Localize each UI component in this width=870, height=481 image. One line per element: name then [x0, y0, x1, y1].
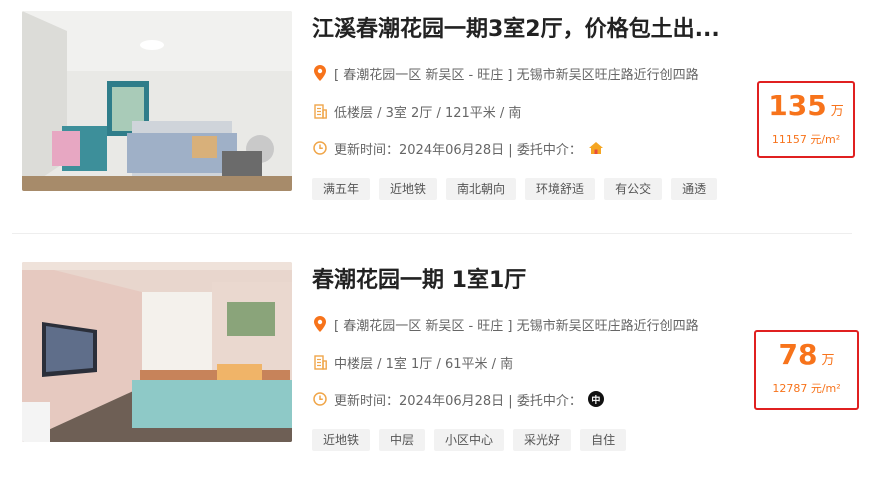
tag: 近地铁	[312, 429, 371, 451]
listing-title[interactable]: 春潮花园一期 1室1厅	[312, 265, 752, 297]
tag: 环境舒适	[525, 178, 596, 200]
price-box: 135 万 11157 元/m²	[757, 81, 855, 158]
specs-row: 低楼层 / 3室 2厅 / 121平米 / 南	[312, 101, 521, 121]
tag: 自住	[580, 429, 627, 451]
price-unit: 万	[821, 353, 835, 368]
listing-photo[interactable]	[22, 11, 292, 191]
updated-row: 更新时间：2024年06月28日 | 委托中介： 中	[312, 389, 604, 409]
building-icon	[312, 103, 328, 119]
tag: 满五年	[312, 178, 371, 200]
updated-text: 更新时间：2024年06月28日 | 委托中介：	[334, 142, 582, 158]
agent-mark: 中	[591, 395, 601, 406]
building-icon	[312, 354, 328, 370]
updated-text: 更新时间：2024年06月28日 | 委托中介：	[334, 393, 582, 409]
listing-card[interactable]: 春潮花园一期 1室1厅 [ 春潮花园一区 新吴区 - 旺庄 ] 无锡市新吴区旺庄…	[0, 251, 870, 471]
tag: 南北朝向	[446, 178, 517, 200]
specs-text: 中楼层 / 1室 1厅 / 61平米 / 南	[334, 356, 514, 372]
agent-logo-icon[interactable]: 中	[587, 391, 604, 407]
tag-list: 满五年 近地铁 南北朝向 环境舒适 有公交 通透	[312, 178, 718, 200]
house-logo-icon[interactable]	[588, 140, 604, 156]
location-pin-icon	[312, 65, 328, 81]
updated-row: 更新时间：2024年06月28日 | 委托中介：	[312, 138, 604, 158]
price-value: 78	[778, 338, 818, 371]
unit-price: 12787 元/m²	[772, 382, 841, 395]
listing-card[interactable]: 江溪春潮花园一期3室2厅，价格包土出... [ 春潮花园一区 新吴区 - 旺庄 …	[0, 0, 870, 220]
unit-price: 11157 元/m²	[771, 133, 841, 146]
tag: 小区中心	[434, 429, 505, 451]
tag: 有公交	[604, 178, 663, 200]
listing-title[interactable]: 江溪春潮花园一期3室2厅，价格包土出...	[312, 14, 752, 46]
location-text[interactable]: [ 春潮花园一区 新吴区 - 旺庄 ] 无锡市新吴区旺庄路近行创四路	[334, 315, 699, 334]
price-unit: 万	[830, 104, 844, 119]
bedroom-photo-image	[22, 11, 292, 191]
location-pin-icon	[312, 316, 328, 332]
tag: 采光好	[513, 429, 572, 451]
listing-divider	[12, 233, 852, 234]
location-row: [ 春潮花园一区 新吴区 - 旺庄 ] 无锡市新吴区旺庄路近行创四路	[312, 63, 699, 83]
listing-photo[interactable]	[22, 262, 292, 442]
tag-list: 近地铁 中层 小区中心 采光好 自住	[312, 429, 627, 451]
bedroom-photo-image	[22, 262, 292, 442]
total-price: 135 万	[759, 89, 853, 122]
tag: 通透	[671, 178, 718, 200]
clock-icon	[312, 140, 328, 156]
tag: 近地铁	[379, 178, 438, 200]
clock-icon	[312, 391, 328, 407]
total-price: 78 万	[756, 338, 857, 371]
tag: 中层	[379, 429, 426, 451]
location-row: [ 春潮花园一区 新吴区 - 旺庄 ] 无锡市新吴区旺庄路近行创四路	[312, 314, 699, 334]
specs-text: 低楼层 / 3室 2厅 / 121平米 / 南	[334, 105, 522, 121]
price-value: 135	[768, 89, 827, 122]
location-text[interactable]: [ 春潮花园一区 新吴区 - 旺庄 ] 无锡市新吴区旺庄路近行创四路	[334, 64, 699, 83]
price-box: 78 万 12787 元/m²	[754, 330, 859, 410]
specs-row: 中楼层 / 1室 1厅 / 61平米 / 南	[312, 352, 513, 372]
